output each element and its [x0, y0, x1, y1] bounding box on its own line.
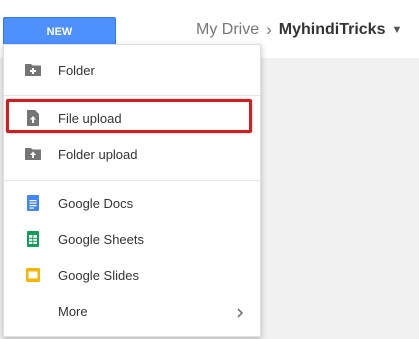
breadcrumb-current-folder[interactable]: MyhindiTricks [279, 21, 386, 39]
folder-plus-icon [24, 61, 42, 79]
breadcrumb-root[interactable]: My Drive [196, 21, 259, 39]
menu-item-google-slides[interactable]: Google Slides [4, 257, 260, 293]
new-menu: Folder File upload Folder upload Google … [3, 44, 261, 337]
menu-item-label: Google Sheets [58, 231, 145, 247]
drive-window: NEW My Drive › MyhindiTricks ▼ Folder Fi… [0, 0, 419, 339]
google-docs-icon [24, 194, 42, 212]
menu-item-label: Folder upload [58, 146, 138, 162]
file-list-area [262, 58, 419, 339]
menu-item-folder[interactable]: Folder [4, 52, 260, 88]
menu-divider [4, 95, 260, 96]
highlight-annotation [6, 99, 252, 133]
new-button[interactable]: NEW [3, 17, 116, 46]
chevron-right-icon [236, 306, 244, 318]
menu-item-more[interactable]: More [4, 293, 260, 329]
menu-item-google-sheets[interactable]: Google Sheets [4, 221, 260, 257]
new-button-label: NEW [46, 25, 73, 38]
breadcrumb-separator-icon: › [266, 20, 272, 39]
google-sheets-icon [24, 230, 42, 248]
folder-options-caret-icon[interactable]: ▼ [391, 24, 402, 36]
menu-item-folder-upload[interactable]: Folder upload [4, 136, 260, 172]
folder-upload-icon [24, 145, 42, 163]
menu-item-google-docs[interactable]: Google Docs [4, 185, 260, 221]
menu-item-label: More [58, 303, 88, 319]
menu-divider [4, 180, 260, 181]
menu-item-label: Folder [58, 62, 95, 78]
menu-item-label: Google Slides [58, 267, 139, 283]
menu-item-label: Google Docs [58, 195, 134, 211]
breadcrumb: My Drive › MyhindiTricks ▼ [196, 19, 402, 41]
google-slides-icon [24, 266, 42, 284]
